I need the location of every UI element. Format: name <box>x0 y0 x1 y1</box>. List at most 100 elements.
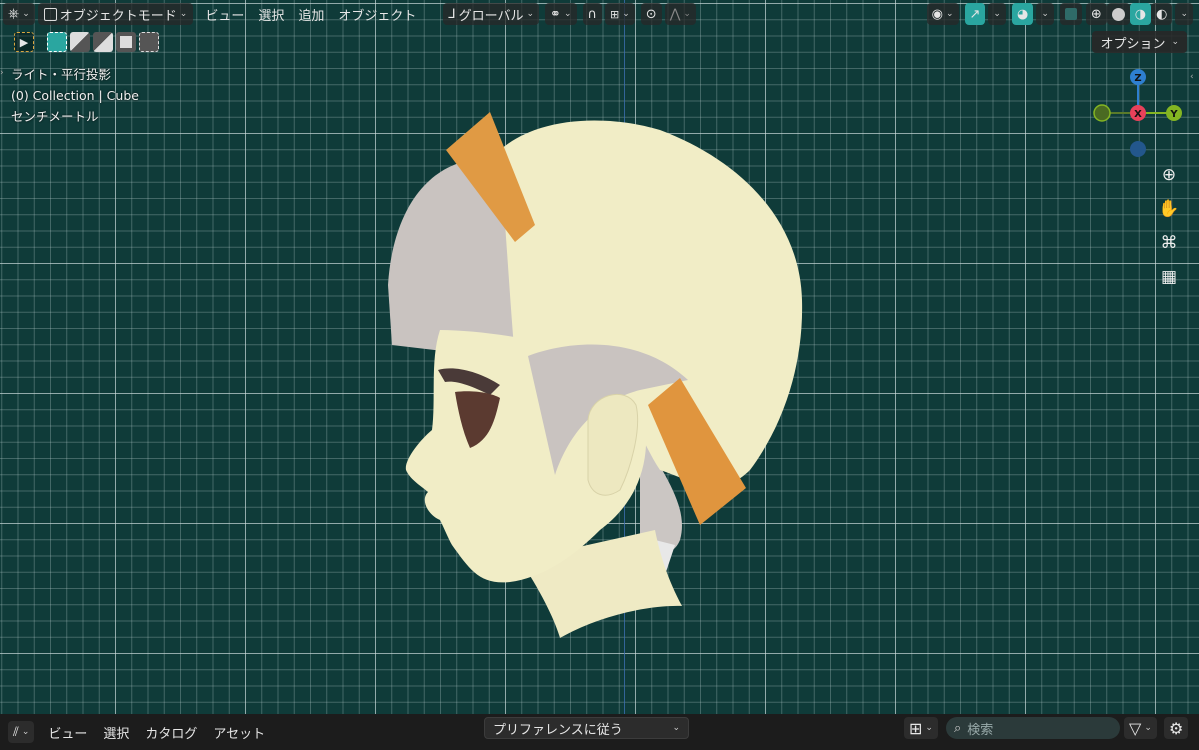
eye-icon: ◉ <box>931 6 943 22</box>
orientation-label: グローバル <box>458 8 524 24</box>
shading-wireframe[interactable]: ⊕ <box>1085 3 1107 25</box>
svg-text:X: X <box>1134 109 1142 120</box>
character-head-model[interactable] <box>0 0 1199 714</box>
pivot-icon: ⚭ <box>550 6 561 22</box>
chevron-down-icon: ⌄ <box>672 723 680 733</box>
material-shading-icon: ◑ <box>1134 6 1147 22</box>
chevron-down-icon: ⌄ <box>993 9 1001 19</box>
navigation-gizmo[interactable]: Z Y X <box>1092 66 1188 162</box>
svg-text:Z: Z <box>1134 73 1141 84</box>
toolbar-expand-icon[interactable]: › <box>0 68 6 82</box>
shading-material[interactable]: ◑ <box>1129 3 1152 25</box>
select-subtract-button[interactable] <box>93 32 113 52</box>
orientation-icon: ⅃ <box>448 6 456 22</box>
menu-object[interactable]: オブジェクト <box>331 3 423 25</box>
pan-hand-icon[interactable]: ✋ <box>1156 196 1182 222</box>
chevron-down-icon: ⌄ <box>1180 9 1188 19</box>
select-extend-button[interactable] <box>70 32 90 52</box>
object-mode-icon <box>43 7 57 21</box>
xray-toggle[interactable] <box>1059 3 1082 25</box>
units-info: センチメートル <box>11 109 99 124</box>
menu-select[interactable]: 選択 <box>251 3 291 25</box>
chevron-down-icon: ⌄ <box>179 9 188 19</box>
viewport-header: ⎈ ⌄ オブジェクトモード ⌄ ビュー 選択 追加 オブジェクト ⅃ グローバル … <box>0 0 1199 28</box>
shading-dropdown[interactable]: ⌄ <box>1175 3 1193 25</box>
gizmo-neg-z <box>1130 141 1146 157</box>
filter-dropdown[interactable]: ▽ ⌄ <box>1124 717 1157 739</box>
orientation-dropdown[interactable]: ⅃ グローバル ⌄ <box>443 3 540 25</box>
proportional-edit-toggle[interactable]: ⊙ <box>640 3 662 25</box>
chevron-down-icon: ⌄ <box>622 9 630 19</box>
chevron-down-icon: ⌄ <box>683 9 691 19</box>
gizmo-icon: ↗ <box>969 6 981 22</box>
select-intersect-button[interactable] <box>139 32 159 52</box>
falloff-icon: ⋀ <box>669 6 681 22</box>
gizmo-neg-y <box>1093 104 1111 122</box>
solid-shading-icon <box>1111 7 1125 21</box>
viewport-info: ライト・平行投影 (0) Collection | Cube センチメートル <box>11 64 139 127</box>
chevron-down-icon: ⌄ <box>1144 723 1152 733</box>
chevron-down-icon: ⌄ <box>21 727 30 737</box>
gizmo-toggle[interactable]: ↗ <box>964 3 986 25</box>
3d-viewport[interactable]: ⎈ ⌄ オブジェクトモード ⌄ ビュー 選択 追加 オブジェクト ⅃ グローバル … <box>0 0 1199 714</box>
menu-view[interactable]: ビュー <box>198 3 251 25</box>
import-method-label: プリファレンスに従う <box>493 722 623 738</box>
footer-menu-view[interactable]: ビュー <box>40 723 95 742</box>
editor-type-icon: ⎈ <box>8 6 20 22</box>
mode-label: オブジェクトモード <box>59 8 177 24</box>
settings-button[interactable]: ⚙ <box>1164 717 1189 739</box>
xray-icon <box>1064 8 1077 20</box>
visibility-dropdown[interactable]: ◉ ⌄ <box>926 3 959 25</box>
chevron-down-icon: ⌄ <box>563 9 572 19</box>
options-label: オプション <box>1100 36 1166 52</box>
chevron-down-icon: ⌄ <box>1041 9 1049 19</box>
editor-type-button[interactable]: ⎈ ⌄ <box>3 3 35 25</box>
overlay-dropdown[interactable]: ⌄ <box>1036 3 1054 25</box>
select-new-button[interactable] <box>47 32 67 52</box>
rendered-shading-icon: ◐ <box>1156 6 1168 22</box>
proportional-edit-icon: ⊙ <box>645 6 657 22</box>
gizmo-dropdown[interactable]: ⌄ <box>988 3 1006 25</box>
chevron-down-icon: ⌄ <box>526 9 535 19</box>
falloff-dropdown[interactable]: ⋀ ⌄ <box>664 3 696 25</box>
asset-editor-type-button[interactable]: ⫽ ⌄ <box>8 721 35 743</box>
shading-solid[interactable] <box>1106 3 1130 25</box>
snap-options[interactable]: ⊞ ⌄ <box>605 3 635 25</box>
wireframe-shading-icon: ⊕ <box>1090 6 1102 22</box>
sidebar-expand-icon[interactable]: ‹ <box>1190 72 1196 86</box>
footer-menu-select[interactable]: 選択 <box>95 723 137 742</box>
filter-icon: ▽ <box>1129 718 1142 738</box>
overlay-icon: ◕ <box>1016 6 1029 22</box>
snap-increment-icon: ⊞ <box>610 7 620 21</box>
ortho-grid-icon[interactable]: ▦ <box>1156 264 1182 290</box>
pivot-dropdown[interactable]: ⚭ ⌄ <box>545 3 577 25</box>
cursor-icon: ▶ <box>19 35 29 49</box>
overlay-toggle[interactable]: ◕ <box>1011 3 1034 25</box>
magnet-icon: ∩ <box>587 6 598 22</box>
import-method-dropdown[interactable]: プリファレンスに従う ⌄ <box>484 717 689 739</box>
chevron-down-icon: ⌄ <box>1171 37 1179 47</box>
search-placeholder: 検索 <box>967 722 994 738</box>
svg-text:Y: Y <box>1169 109 1178 120</box>
footer-menu-asset[interactable]: アセット <box>205 723 273 742</box>
search-icon: ⌕ <box>954 720 962 736</box>
snap-toggle[interactable]: ∩ <box>582 3 603 25</box>
mode-dropdown[interactable]: オブジェクトモード ⌄ <box>37 3 194 25</box>
asset-search-input[interactable]: ⌕ 検索 <box>946 717 1120 739</box>
gear-icon: ⚙ <box>1169 718 1184 738</box>
display-mode-dropdown[interactable]: ⊞ ⌄ <box>904 717 938 739</box>
options-dropdown[interactable]: オプション ⌄ <box>1092 31 1187 53</box>
footer-menu-catalog[interactable]: カタログ <box>137 723 205 742</box>
grid-view-icon: ⊞ <box>909 718 923 738</box>
chevron-down-icon: ⌄ <box>945 9 954 19</box>
selection-mode-toolbar: ▶ <box>14 32 159 52</box>
camera-view-icon[interactable]: ⌘ <box>1156 230 1182 256</box>
view-name: ライト・平行投影 <box>11 67 112 82</box>
menu-add[interactable]: 追加 <box>291 3 331 25</box>
chevron-down-icon: ⌄ <box>22 9 30 19</box>
zoom-icon[interactable]: ⊕ <box>1156 162 1182 188</box>
asset-library-icon: ⫽ <box>13 724 19 740</box>
shading-rendered[interactable]: ◐ <box>1151 3 1173 25</box>
select-invert-button[interactable] <box>116 32 136 52</box>
select-tool-button[interactable]: ▶ <box>14 32 34 52</box>
